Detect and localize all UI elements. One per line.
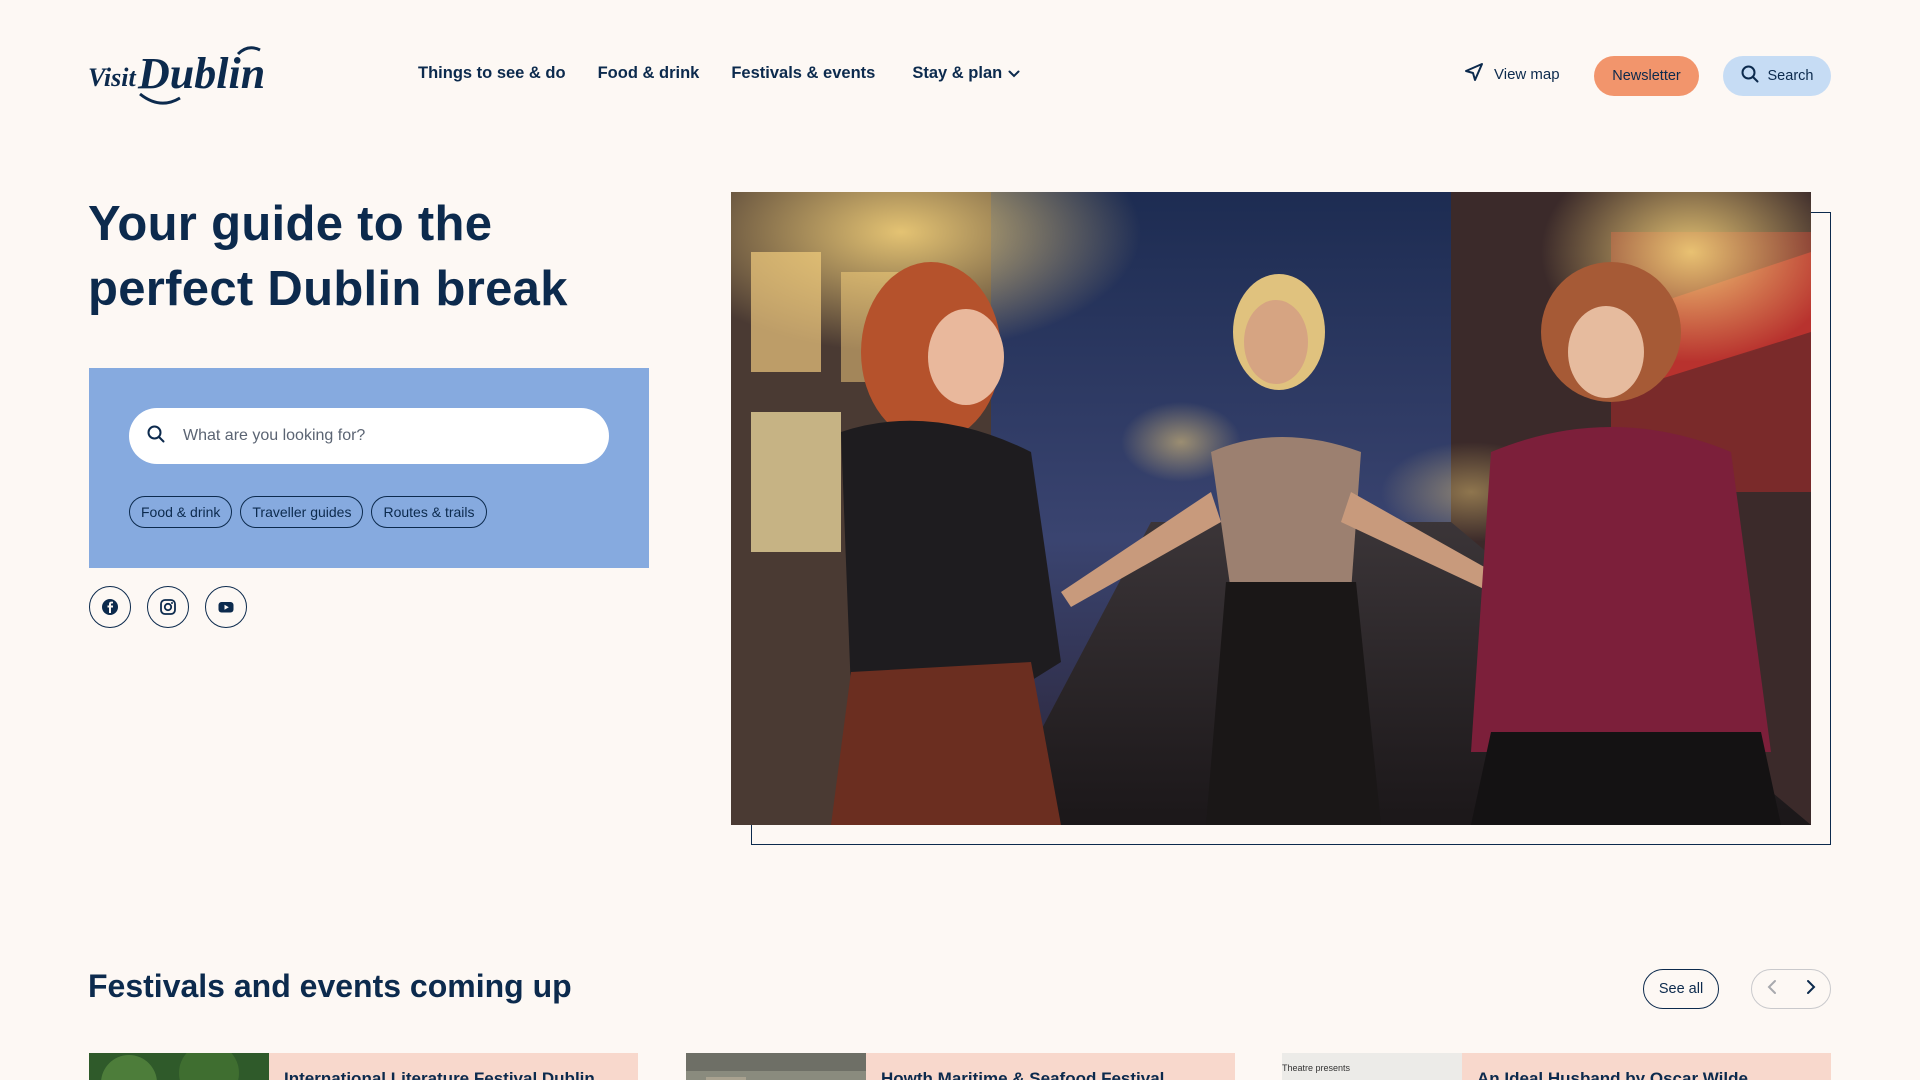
event-card-title: International Literature Festival Dublin bbox=[284, 1069, 595, 1080]
page-title-line-1: Your guide to the bbox=[88, 197, 493, 251]
carousel-controls bbox=[1751, 969, 1831, 1009]
search-button[interactable]: Search bbox=[1723, 56, 1831, 96]
chevron-left-icon bbox=[1767, 979, 1777, 1000]
chip-traveller-guides[interactable]: Traveller guides bbox=[240, 496, 364, 528]
chevron-down-icon bbox=[1008, 70, 1020, 78]
nav-food-drink[interactable]: Food & drink bbox=[598, 64, 700, 83]
nav-item-label: Food & drink bbox=[597, 64, 700, 82]
carousel-next-button[interactable] bbox=[1791, 970, 1830, 1008]
see-all-button[interactable]: See all bbox=[1643, 969, 1719, 1009]
chevron-right-icon bbox=[1806, 979, 1816, 1000]
newsletter-label: Newsletter bbox=[1612, 68, 1681, 84]
chip-food-drink[interactable]: Food & drink bbox=[129, 496, 233, 528]
search-icon bbox=[147, 425, 165, 448]
event-card-title: Howth Maritime & Seafood Festival bbox=[881, 1069, 1165, 1080]
page-title-line-2: perfect Dublin break bbox=[88, 262, 568, 316]
hero-search-panel: Food & drink Traveller guides Routes & t… bbox=[89, 368, 649, 568]
hero-search-field[interactable] bbox=[129, 408, 609, 464]
search-icon bbox=[1741, 65, 1768, 87]
event-card-image bbox=[686, 1053, 866, 1080]
nav-item-label: Stay & plan bbox=[912, 64, 1003, 82]
search-button-label: Search bbox=[1767, 68, 1814, 84]
event-card-image-caption: Theatre presents bbox=[1282, 1063, 1351, 1073]
nav-item-label: Things to see & do bbox=[418, 64, 566, 82]
nav-stay-plan[interactable]: Stay & plan bbox=[912, 64, 1020, 83]
view-map-link[interactable]: View map bbox=[1464, 62, 1560, 86]
navigation-arrow-icon bbox=[1464, 62, 1494, 86]
visit-dublin-logo[interactable]: Visit Dublin bbox=[88, 36, 272, 110]
event-card[interactable]: Howth Maritime & Seafood Festival bbox=[686, 1053, 1235, 1080]
svg-text:Dublin: Dublin bbox=[137, 49, 265, 98]
event-card-image bbox=[89, 1053, 269, 1080]
nav-things-to-see-do[interactable]: Things to see & do bbox=[418, 64, 566, 83]
hero-search-input[interactable] bbox=[183, 427, 583, 445]
instagram-icon[interactable] bbox=[147, 586, 189, 628]
events-section-title: Festivals and events coming up bbox=[88, 968, 572, 1004]
event-card[interactable]: Theatre presents An Ideal Husband by Osc… bbox=[1282, 1053, 1831, 1080]
event-card-image: Theatre presents bbox=[1282, 1053, 1462, 1080]
event-card-title: An Ideal Husband by Oscar Wilde bbox=[1477, 1069, 1748, 1080]
facebook-icon[interactable] bbox=[89, 586, 131, 628]
view-map-label: View map bbox=[1494, 65, 1560, 83]
see-all-label: See all bbox=[1658, 981, 1704, 997]
svg-text:Visit: Visit bbox=[88, 63, 136, 92]
main-nav: Things to see & do Food & drink Festival… bbox=[418, 64, 1020, 83]
chip-routes-trails[interactable]: Routes & trails bbox=[371, 496, 487, 528]
event-card[interactable]: International Literature Festival Dublin bbox=[89, 1053, 638, 1080]
social-links bbox=[89, 586, 247, 628]
newsletter-button[interactable]: Newsletter bbox=[1594, 56, 1699, 96]
page-title: Your guide to the perfect Dublin break bbox=[88, 192, 688, 322]
quick-filter-chips: Food & drink Traveller guides Routes & t… bbox=[129, 496, 487, 528]
hero-photo bbox=[731, 192, 1811, 825]
nav-festivals-events[interactable]: Festivals & events bbox=[731, 64, 875, 83]
carousel-prev-button[interactable] bbox=[1752, 970, 1791, 1008]
nav-item-label: Festivals & events bbox=[731, 64, 876, 82]
youtube-icon[interactable] bbox=[205, 586, 247, 628]
